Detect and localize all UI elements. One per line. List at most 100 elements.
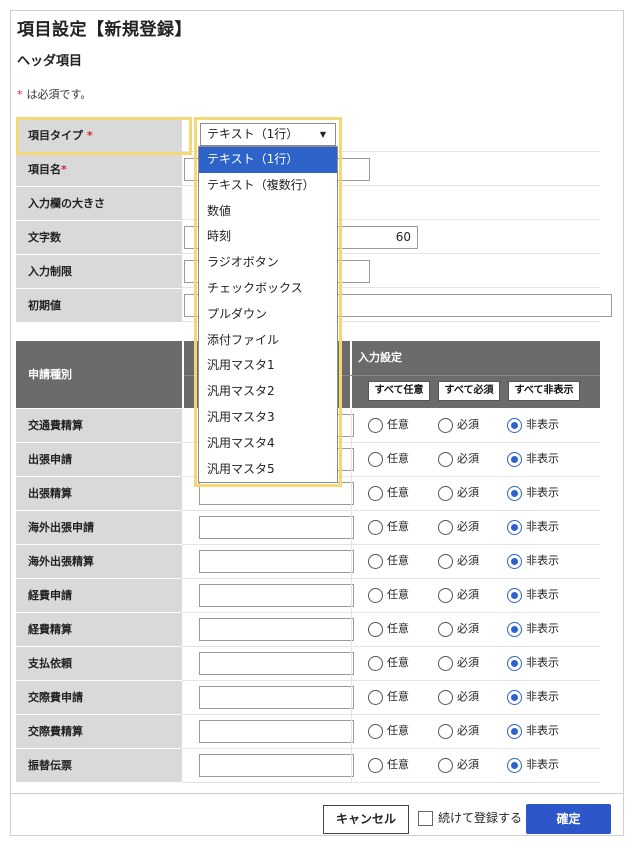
confirm-button[interactable]: 確定 <box>526 804 611 834</box>
table-row: 海外出張申請 任意 必須 非表示 <box>16 511 600 545</box>
radio-circle[interactable] <box>507 519 522 535</box>
row-text-input[interactable] <box>199 754 354 777</box>
row-text-input[interactable] <box>199 618 354 641</box>
dropdown-option[interactable]: テキスト（1行） <box>199 147 337 173</box>
radio-circle[interactable] <box>438 417 453 433</box>
cancel-button[interactable]: キャンセル <box>323 805 409 834</box>
radio-required[interactable]: 必須 <box>438 417 479 433</box>
dropdown-option[interactable]: 汎用マスタ3 <box>199 405 337 431</box>
radio-required[interactable]: 必須 <box>438 553 479 569</box>
radio-circle[interactable] <box>368 587 383 603</box>
radio-required[interactable]: 必須 <box>438 587 479 603</box>
radio-optional[interactable]: 任意 <box>368 519 409 535</box>
radio-optional[interactable]: 任意 <box>368 655 409 671</box>
radio-hidden[interactable]: 非表示 <box>507 519 559 535</box>
radio-circle[interactable] <box>368 621 383 637</box>
dropdown-option[interactable]: プルダウン <box>199 302 337 328</box>
radio-circle[interactable] <box>368 689 383 705</box>
dropdown-option[interactable]: 汎用マスタ1 <box>199 353 337 379</box>
radio-label: 任意 <box>387 418 409 431</box>
dropdown-option[interactable]: 汎用マスタ2 <box>199 379 337 405</box>
radio-circle[interactable] <box>368 519 383 535</box>
row-text-input[interactable] <box>199 720 354 743</box>
radio-hidden[interactable]: 非表示 <box>507 451 559 467</box>
radio-required[interactable]: 必須 <box>438 723 479 739</box>
radio-optional[interactable]: 任意 <box>368 485 409 501</box>
row-text-input[interactable] <box>199 584 354 607</box>
all-optional-button[interactable]: すべて任意 <box>368 381 430 401</box>
radio-circle[interactable] <box>507 689 522 705</box>
item-type-select[interactable]: テキスト（1行） ▼ <box>200 123 336 146</box>
row-text-input[interactable] <box>199 652 354 675</box>
dropdown-option[interactable]: 数値 <box>199 199 337 225</box>
radio-circle[interactable] <box>438 587 453 603</box>
radio-optional[interactable]: 任意 <box>368 417 409 433</box>
radio-circle[interactable] <box>368 451 383 467</box>
radio-optional[interactable]: 任意 <box>368 723 409 739</box>
radio-circle[interactable] <box>507 621 522 637</box>
all-required-button[interactable]: すべて必須 <box>438 381 500 401</box>
radio-hidden[interactable]: 非表示 <box>507 757 559 773</box>
row-label: 支払依頼 <box>16 647 182 680</box>
dropdown-option[interactable]: チェックボックス <box>199 276 337 302</box>
radio-circle[interactable] <box>507 723 522 739</box>
radio-optional[interactable]: 任意 <box>368 757 409 773</box>
radio-circle[interactable] <box>368 417 383 433</box>
radio-optional[interactable]: 任意 <box>368 689 409 705</box>
radio-required[interactable]: 必須 <box>438 451 479 467</box>
radio-circle[interactable] <box>507 655 522 671</box>
radio-hidden[interactable]: 非表示 <box>507 485 559 501</box>
dropdown-option[interactable]: 汎用マスタ5 <box>199 457 337 483</box>
radio-label: 任意 <box>387 622 409 635</box>
radio-circle[interactable] <box>438 757 453 773</box>
dropdown-option[interactable]: ラジオボタン <box>199 250 337 276</box>
radio-hidden[interactable]: 非表示 <box>507 655 559 671</box>
radio-hidden[interactable]: 非表示 <box>507 587 559 603</box>
dropdown-option[interactable]: 時刻 <box>199 224 337 250</box>
row-text-input[interactable] <box>199 482 354 505</box>
radio-hidden[interactable]: 非表示 <box>507 553 559 569</box>
radio-circle[interactable] <box>368 655 383 671</box>
row-text-input[interactable] <box>199 550 354 573</box>
radio-hidden[interactable]: 非表示 <box>507 621 559 637</box>
dropdown-option[interactable]: 汎用マスタ4 <box>199 431 337 457</box>
radio-circle[interactable] <box>368 553 383 569</box>
radio-circle[interactable] <box>438 723 453 739</box>
radio-optional[interactable]: 任意 <box>368 621 409 637</box>
radio-required[interactable]: 必須 <box>438 621 479 637</box>
radio-required[interactable]: 必須 <box>438 519 479 535</box>
radio-hidden[interactable]: 非表示 <box>507 417 559 433</box>
radio-circle[interactable] <box>368 723 383 739</box>
radio-optional[interactable]: 任意 <box>368 553 409 569</box>
radio-circle[interactable] <box>368 757 383 773</box>
radio-circle[interactable] <box>507 485 522 501</box>
continue-register[interactable]: 続けて登録する <box>418 810 522 827</box>
radio-required[interactable]: 必須 <box>438 655 479 671</box>
radio-circle[interactable] <box>368 485 383 501</box>
radio-required[interactable]: 必須 <box>438 689 479 705</box>
radio-required[interactable]: 必須 <box>438 485 479 501</box>
row-text-input[interactable] <box>199 516 354 539</box>
radio-circle[interactable] <box>507 417 522 433</box>
radio-optional[interactable]: 任意 <box>368 587 409 603</box>
radio-circle[interactable] <box>507 451 522 467</box>
dropdown-option[interactable]: 添付ファイル <box>199 328 337 354</box>
radio-circle[interactable] <box>507 553 522 569</box>
radio-circle[interactable] <box>507 757 522 773</box>
radio-circle[interactable] <box>438 451 453 467</box>
dropdown-option[interactable]: テキスト（複数行） <box>199 173 337 199</box>
radio-required[interactable]: 必須 <box>438 757 479 773</box>
radio-circle[interactable] <box>438 519 453 535</box>
radio-optional[interactable]: 任意 <box>368 451 409 467</box>
radio-circle[interactable] <box>438 655 453 671</box>
radio-circle[interactable] <box>507 587 522 603</box>
radio-circle[interactable] <box>438 621 453 637</box>
radio-circle[interactable] <box>438 689 453 705</box>
radio-hidden[interactable]: 非表示 <box>507 723 559 739</box>
all-hidden-button[interactable]: すべて非表示 <box>508 381 580 401</box>
row-text-input[interactable] <box>199 686 354 709</box>
radio-hidden[interactable]: 非表示 <box>507 689 559 705</box>
radio-circle[interactable] <box>438 553 453 569</box>
continue-checkbox[interactable] <box>418 811 433 826</box>
radio-circle[interactable] <box>438 485 453 501</box>
